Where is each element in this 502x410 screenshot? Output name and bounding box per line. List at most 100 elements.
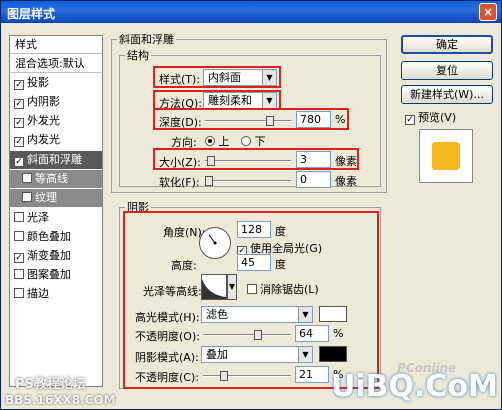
chevron-down-icon: ▼ bbox=[298, 347, 312, 362]
checkbox-satin[interactable] bbox=[14, 212, 24, 222]
style-item-inner-glow[interactable]: ✓ 内发光 bbox=[10, 131, 102, 149]
shadow-mode-value: 叠加 bbox=[206, 348, 228, 361]
highlight-box-size bbox=[153, 148, 359, 170]
style-item-outer-glow[interactable]: ✓ 外发光 bbox=[10, 112, 102, 130]
chevron-down-icon: ▼ bbox=[298, 307, 312, 322]
reset-button[interactable]: 复位 bbox=[401, 61, 493, 80]
style-item-label: 图案叠加 bbox=[27, 268, 71, 281]
style-preview-box bbox=[419, 129, 473, 183]
angle-dial-icon bbox=[208, 234, 217, 245]
angle-unit: 度 bbox=[275, 225, 286, 238]
style-item-label: 内阴影 bbox=[27, 95, 60, 108]
checkbox-gradient-overlay[interactable]: ✓ bbox=[14, 253, 24, 263]
style-item-color-overlay[interactable]: 颜色叠加 bbox=[10, 228, 102, 246]
direction-down-label: 下 bbox=[254, 135, 266, 148]
watermark-forum: PS教程论坛 bbox=[15, 377, 86, 392]
style-item-texture[interactable]: 纹理 bbox=[10, 189, 102, 207]
checkbox-contour[interactable] bbox=[22, 173, 32, 183]
angle-input[interactable]: 128 bbox=[237, 221, 271, 238]
style-item-gradient-overlay[interactable]: ✓ 渐变叠加 bbox=[10, 247, 102, 265]
style-item-satin[interactable]: 光泽 bbox=[10, 209, 102, 227]
gloss-contour-dropdown[interactable]: ▼ bbox=[227, 274, 237, 300]
style-item-label: 斜面和浮雕 bbox=[27, 153, 82, 166]
opacity1-label: 不透明度(O): bbox=[135, 330, 200, 343]
highlight-opacity-input[interactable]: 64 bbox=[295, 325, 329, 342]
watermark-bbs: BBS.16XX8.COM bbox=[5, 393, 116, 407]
checkbox-color-overlay[interactable] bbox=[14, 231, 24, 241]
highlight-opacity-slider[interactable] bbox=[203, 329, 291, 341]
altitude-label: 高度: bbox=[171, 259, 197, 272]
checkbox-inner-glow[interactable]: ✓ bbox=[14, 137, 24, 147]
style-item-label: 光泽 bbox=[27, 211, 49, 224]
shadow-opacity-input[interactable]: 21 bbox=[295, 366, 329, 383]
style-item-drop-shadow[interactable]: ✓ 投影 bbox=[10, 74, 102, 92]
checkbox-antialias[interactable] bbox=[247, 284, 257, 294]
shadow-opacity-slider[interactable] bbox=[203, 370, 291, 382]
shadow-mode-select[interactable]: 叠加 ▼ bbox=[201, 346, 313, 363]
direction-down-option[interactable]: 下 bbox=[241, 133, 266, 149]
close-button[interactable]: × bbox=[479, 3, 497, 21]
style-item-label: 渐变叠加 bbox=[27, 249, 71, 262]
blending-options-item[interactable]: 混合选项:默认 bbox=[10, 55, 102, 73]
style-preview-swatch bbox=[432, 142, 460, 170]
highlight-opacity-track bbox=[203, 334, 291, 336]
soften-slider-thumb[interactable] bbox=[205, 176, 213, 186]
checkbox-pattern-overlay[interactable] bbox=[14, 269, 24, 279]
preview-option[interactable]: ✓ 预览(V) bbox=[405, 109, 456, 125]
highlight-opacity-thumb[interactable] bbox=[254, 330, 262, 340]
antialias-label: 消除锯齿(L) bbox=[260, 283, 319, 296]
opacity2-label: 不透明度(C): bbox=[135, 371, 199, 384]
checkbox-texture[interactable] bbox=[22, 192, 32, 202]
highlight-mode-select[interactable]: 滤色 ▼ bbox=[201, 306, 313, 323]
window-title: 图层样式 bbox=[7, 7, 56, 21]
checkbox-bevel-emboss[interactable]: ✓ bbox=[14, 157, 24, 167]
style-item-inner-shadow[interactable]: ✓ 内阴影 bbox=[10, 93, 102, 111]
style-list-header[interactable]: 样式 bbox=[10, 36, 102, 54]
soften-slider-track bbox=[205, 180, 291, 182]
checkbox-outer-glow[interactable]: ✓ bbox=[14, 118, 24, 128]
style-item-label: 等高线 bbox=[35, 172, 68, 185]
direction-up-label: 上 bbox=[218, 135, 230, 148]
shadow-opacity-thumb[interactable] bbox=[220, 371, 228, 381]
checkbox-preview[interactable]: ✓ bbox=[405, 115, 415, 125]
direction-up-option[interactable]: 上 bbox=[205, 133, 230, 149]
style-item-label: 纹理 bbox=[35, 191, 57, 204]
soften-slider[interactable] bbox=[205, 175, 291, 187]
highlight-box-depth bbox=[153, 108, 349, 130]
gloss-contour-label: 光泽等高线: bbox=[143, 285, 202, 298]
style-item-contour[interactable]: 等高线 bbox=[10, 170, 102, 188]
style-item-label: 内发光 bbox=[27, 133, 60, 146]
new-style-button[interactable]: 新建样式(W)... bbox=[401, 85, 493, 104]
style-item-bevel-emboss[interactable]: ✓ 斜面和浮雕 bbox=[10, 151, 102, 169]
contour-curve-icon bbox=[202, 279, 226, 299]
title-bar: 图层样式 × bbox=[1, 1, 501, 23]
style-item-label: 外发光 bbox=[27, 114, 60, 127]
highlight-box-style bbox=[153, 66, 281, 88]
style-item-stroke[interactable]: 描边 bbox=[10, 285, 102, 303]
ok-button[interactable]: 确定 bbox=[401, 35, 493, 54]
opacity1-unit: % bbox=[333, 327, 344, 340]
altitude-input[interactable]: 45 bbox=[237, 254, 271, 271]
checkbox-stroke[interactable] bbox=[14, 288, 24, 298]
gloss-contour-preview[interactable] bbox=[201, 274, 227, 300]
soften-input[interactable]: 0 bbox=[296, 171, 331, 188]
checkbox-drop-shadow[interactable]: ✓ bbox=[14, 80, 24, 90]
angle-dial[interactable] bbox=[199, 227, 231, 259]
antialias-option[interactable]: 消除锯齿(L) bbox=[247, 281, 319, 297]
style-item-label: 投影 bbox=[27, 76, 49, 89]
style-item-label: 颜色叠加 bbox=[27, 230, 71, 243]
radio-down[interactable] bbox=[241, 136, 251, 146]
style-item-pattern-overlay[interactable]: 图案叠加 bbox=[10, 266, 102, 284]
structure-title: 结构 bbox=[125, 47, 151, 63]
highlight-box-technique bbox=[153, 90, 281, 110]
shadow-color-swatch[interactable] bbox=[319, 346, 347, 362]
style-list: 样式 混合选项:默认 ✓ 投影 ✓ 内阴影 ✓ 外发光 ✓ 内发光 ✓ 斜面和浮雕 等高线… bbox=[9, 35, 103, 387]
highlight-mode-value: 滤色 bbox=[206, 308, 228, 321]
preview-label: 预览(V) bbox=[418, 111, 457, 124]
shadow-mode-label: 阴影模式(A): bbox=[135, 351, 199, 364]
checkbox-inner-shadow[interactable]: ✓ bbox=[14, 99, 24, 109]
shadow-opacity-track bbox=[203, 375, 291, 377]
radio-up[interactable] bbox=[205, 136, 215, 146]
highlight-mode-label: 高光模式(H): bbox=[135, 311, 200, 324]
highlight-color-swatch[interactable] bbox=[319, 306, 347, 322]
